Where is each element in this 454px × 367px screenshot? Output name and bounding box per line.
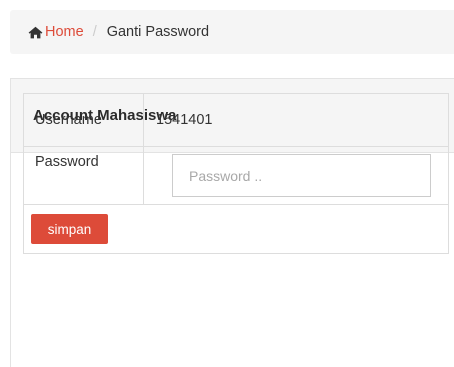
password-row: Password	[23, 146, 449, 205]
breadcrumb-current: Ganti Password	[106, 24, 210, 40]
username-row: Username 1541401	[23, 93, 449, 147]
password-label: Password	[23, 146, 144, 205]
breadcrumb-home-label: Home	[45, 24, 84, 40]
account-table: Username 1541401 Password simpan	[23, 93, 449, 254]
password-cell	[143, 146, 449, 205]
breadcrumb: Home / Ganti Password	[10, 10, 454, 54]
actions-row: simpan	[23, 204, 449, 254]
username-label: Username	[23, 93, 144, 147]
save-button[interactable]: simpan	[31, 214, 108, 244]
password-input[interactable]	[172, 154, 431, 197]
actions-cell: simpan	[23, 204, 449, 254]
home-icon	[28, 26, 43, 39]
breadcrumb-home-link[interactable]: Home	[28, 24, 84, 40]
breadcrumb-separator: /	[92, 24, 97, 40]
account-form: Username 1541401 Password simpan	[23, 93, 449, 254]
username-value: 1541401	[143, 93, 449, 147]
page: Home / Ganti Password Account Mahasiswa …	[0, 0, 454, 367]
